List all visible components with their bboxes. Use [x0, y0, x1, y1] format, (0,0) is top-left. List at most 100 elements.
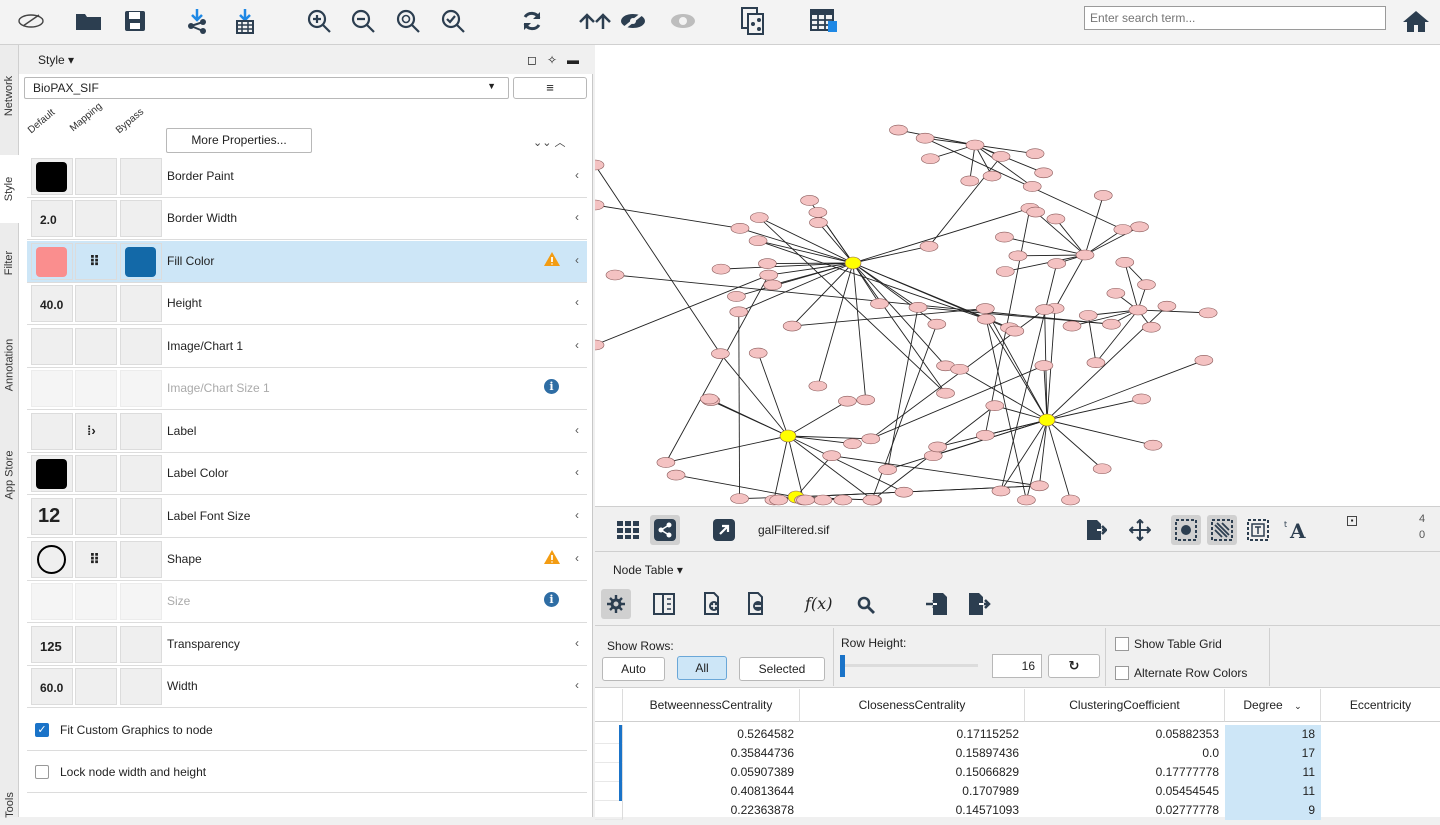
select-annotations-icon[interactable]: [1243, 515, 1273, 545]
network-node[interactable]: [1005, 325, 1025, 337]
table-cell[interactable]: 0.02777778: [1025, 801, 1225, 820]
network-node[interactable]: [1022, 181, 1042, 192]
network-node[interactable]: [711, 263, 731, 275]
network-node[interactable]: [605, 269, 625, 281]
chevron-left-icon[interactable]: ‹: [575, 210, 579, 224]
add-column-icon[interactable]: [703, 592, 723, 619]
show-columns-icon[interactable]: [653, 593, 677, 618]
row-header[interactable]: [595, 801, 623, 820]
network-node[interactable]: [748, 347, 768, 359]
row-height-slider-thumb[interactable]: [840, 655, 845, 677]
property-row-fill-color[interactable]: ⠿ Fill Color ‹: [27, 241, 587, 283]
network-hub-node[interactable]: [779, 429, 797, 443]
bypass-cell[interactable]: [120, 158, 162, 195]
chevron-left-icon[interactable]: ‹: [575, 423, 579, 437]
network-node[interactable]: [1034, 167, 1053, 179]
network-node[interactable]: [813, 494, 833, 506]
bypass-cell[interactable]: [120, 243, 162, 280]
network-node[interactable]: [1132, 393, 1151, 405]
tab-filter[interactable]: Filter: [0, 235, 19, 290]
table-cell[interactable]: 0.05907389: [623, 763, 800, 782]
overview-checkbox[interactable]: ▪: [1347, 516, 1357, 526]
network-edge[interactable]: [852, 262, 938, 325]
style-menu-label[interactable]: Style ▾: [38, 53, 74, 67]
cytoscape-logo-icon[interactable]: [16, 7, 46, 35]
property-row-label-color[interactable]: Label Color ‹: [27, 453, 587, 495]
network-node[interactable]: [711, 348, 730, 359]
network-graph[interactable]: [595, 45, 1440, 506]
search-input[interactable]: [1084, 6, 1386, 30]
tab-annotation[interactable]: Annotation: [0, 315, 19, 415]
network-node[interactable]: [928, 441, 947, 453]
chevron-left-icon[interactable]: ‹: [575, 295, 579, 309]
network-node[interactable]: [796, 494, 815, 506]
network-node[interactable]: [1078, 310, 1098, 321]
tab-tools[interactable]: Tools: [0, 785, 19, 825]
network-node[interactable]: [769, 494, 788, 506]
network-edge[interactable]: [595, 164, 721, 354]
table-cell[interactable]: 0.14571093: [800, 801, 1025, 820]
default-value-cell[interactable]: [31, 158, 73, 195]
property-row-image-chart-size[interactable]: Image/Chart Size 1 i: [27, 368, 587, 410]
zoom-out-icon[interactable]: [348, 7, 378, 35]
chevron-left-icon[interactable]: ‹: [575, 338, 579, 352]
network-edge[interactable]: [1046, 419, 1103, 470]
bypass-cell[interactable]: [120, 413, 162, 450]
network-edge[interactable]: [767, 262, 854, 265]
property-row-shape[interactable]: ⠿ Shape ‹: [27, 539, 587, 581]
more-properties-button[interactable]: More Properties...: [166, 128, 312, 153]
chevron-left-icon[interactable]: ‹: [575, 636, 579, 650]
network-edge[interactable]: [792, 308, 986, 327]
minimize-icon[interactable]: ▬: [567, 53, 579, 67]
property-row-label-font-size[interactable]: 12 Label Font Size ‹: [27, 496, 587, 538]
node-table-menu[interactable]: Node Table ▾: [613, 563, 683, 577]
info-icon[interactable]: i: [544, 379, 559, 394]
column-header[interactable]: ClusteringCoefficient: [1025, 689, 1225, 722]
detach-view-icon[interactable]: [709, 515, 739, 545]
chevron-left-icon[interactable]: ‹: [575, 168, 579, 182]
mapping-cell[interactable]: [75, 158, 117, 195]
network-edge[interactable]: [738, 311, 741, 499]
network-node[interactable]: [1034, 360, 1054, 371]
fit-custom-graphics-checkbox[interactable]: ✓: [35, 723, 49, 737]
network-node[interactable]: [656, 457, 676, 468]
default-value-cell[interactable]: [31, 413, 73, 450]
table-cell[interactable]: 11: [1225, 782, 1321, 801]
network-node[interactable]: [1075, 249, 1095, 261]
zoom-in-icon[interactable]: [304, 7, 334, 35]
bypass-cell[interactable]: [120, 626, 162, 663]
network-node[interactable]: [730, 223, 750, 234]
network-node[interactable]: [1128, 304, 1148, 316]
network-node[interactable]: [915, 132, 935, 144]
network-node[interactable]: [1142, 321, 1161, 333]
default-value-cell[interactable]: [31, 541, 73, 578]
network-edge[interactable]: [1084, 195, 1104, 256]
network-node[interactable]: [1047, 258, 1067, 269]
network-edge[interactable]: [787, 400, 848, 437]
network-edge[interactable]: [795, 455, 832, 498]
show-icon[interactable]: [668, 7, 698, 35]
network-edge[interactable]: [1000, 263, 1058, 492]
table-cell[interactable]: 0.17115252: [800, 725, 1025, 744]
network-node[interactable]: [1143, 439, 1163, 451]
table-cell[interactable]: 0.17777778: [1025, 763, 1225, 782]
chevron-left-icon[interactable]: ‹: [575, 465, 579, 479]
tab-app-store[interactable]: App Store: [0, 430, 19, 520]
network-node[interactable]: [921, 153, 940, 165]
show-all-icon[interactable]: [577, 7, 613, 35]
network-node[interactable]: [965, 139, 985, 151]
network-edge[interactable]: [928, 156, 1002, 247]
network-edge[interactable]: [1046, 419, 1071, 501]
network-node[interactable]: [1137, 279, 1156, 290]
network-edge[interactable]: [870, 365, 1045, 440]
chevron-left-icon[interactable]: ‹: [575, 508, 579, 522]
network-edge[interactable]: [720, 353, 789, 437]
default-value-cell[interactable]: 125: [31, 626, 73, 663]
network-node[interactable]: [960, 175, 980, 187]
chevron-left-icon[interactable]: ‹: [575, 678, 579, 692]
network-edge[interactable]: [818, 222, 854, 264]
network-node[interactable]: [878, 464, 897, 475]
column-header-sorted[interactable]: Degree ⌄: [1225, 689, 1321, 722]
network-node[interactable]: [1113, 224, 1133, 235]
table-cell[interactable]: 0.15897436: [800, 744, 1025, 763]
